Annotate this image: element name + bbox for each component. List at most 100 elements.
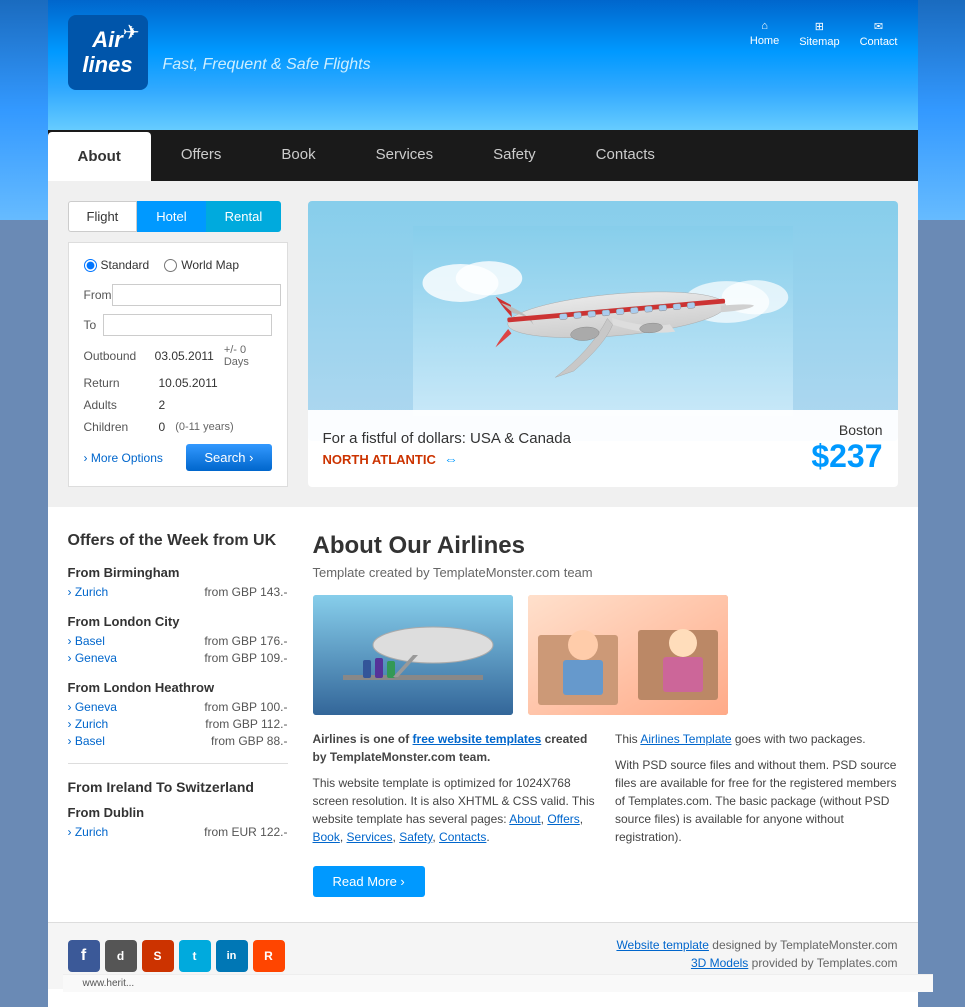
- about-text-grid: Airlines is one of free website template…: [313, 730, 898, 854]
- hero-image: [308, 201, 898, 441]
- children-value: 0: [159, 420, 166, 434]
- about-col-2: This Airlines Template goes with two pac…: [615, 730, 898, 854]
- nav-about[interactable]: About: [48, 132, 151, 181]
- home-nav-link[interactable]: ⌂ Home: [750, 20, 779, 48]
- about-subtitle: Template created by TemplateMonster.com …: [313, 565, 898, 580]
- geneva-link-1[interactable]: Geneva: [68, 651, 117, 665]
- basel-price-1: from GBP 176.-: [204, 634, 287, 648]
- book-link[interactable]: Book: [313, 830, 340, 844]
- 3d-models-link[interactable]: 3D Models: [691, 956, 748, 970]
- return-value: 10.05.2011: [159, 376, 218, 390]
- zurich-price-2: from GBP 112.-: [205, 717, 287, 731]
- offer-item: Basel from GBP 88.-: [68, 734, 288, 748]
- offer-item: Basel from GBP 176.-: [68, 634, 288, 648]
- from-label: From: [84, 288, 112, 302]
- about-text-3: This Airlines Template goes with two pac…: [615, 730, 898, 748]
- contact-nav-link[interactable]: ✉ Contact: [860, 20, 898, 48]
- children-note: (0-11 years): [175, 421, 233, 433]
- stumbleupon-icon[interactable]: S: [142, 940, 174, 972]
- linkedin-icon[interactable]: in: [216, 940, 248, 972]
- from-row: From: [84, 284, 272, 306]
- read-more-button[interactable]: Read More ›: [313, 866, 425, 897]
- main-nav: About Offers Book Services Safety Contac…: [48, 130, 918, 181]
- footer-links: Website template designed by TemplateMon…: [616, 938, 897, 974]
- standard-option[interactable]: Standard: [84, 258, 150, 272]
- hero-title: For a fistful of dollars: USA & Canada: [323, 430, 571, 447]
- heathrow-title: From London Heathrow: [68, 680, 288, 695]
- adults-row: Adults 2: [84, 398, 272, 412]
- sitemap-icon: ⊞: [815, 20, 824, 33]
- geneva-link-2[interactable]: Geneva: [68, 700, 117, 714]
- twitter-icon[interactable]: t: [179, 940, 211, 972]
- credit-1-text: designed by TemplateMonster.com: [712, 938, 897, 952]
- search-panel: Flight Hotel Rental Standard World Map: [68, 201, 288, 487]
- reddit-icon[interactable]: R: [253, 940, 285, 972]
- search-button[interactable]: Search: [186, 444, 271, 471]
- tagline: Fast, Frequent & Safe Flights: [163, 56, 371, 74]
- to-input[interactable]: [103, 314, 272, 336]
- about-images: [313, 595, 898, 715]
- tab-hotel[interactable]: Hotel: [137, 201, 205, 232]
- nav-safety[interactable]: Safety: [463, 130, 566, 181]
- plane-icon: ✈: [123, 20, 140, 45]
- tab-flight[interactable]: Flight: [68, 201, 138, 232]
- basel-link-1[interactable]: Basel: [68, 634, 105, 648]
- from-input[interactable]: [112, 284, 281, 306]
- services-link[interactable]: Services: [347, 830, 393, 844]
- zurich-price-1: from GBP 143.-: [204, 585, 287, 599]
- credit-2-text: provided by Templates.com: [752, 956, 898, 970]
- sitemap-nav-link[interactable]: ⊞ Sitemap: [799, 20, 839, 48]
- contacts-link[interactable]: Contacts: [439, 830, 486, 844]
- more-options-link[interactable]: More Options: [84, 451, 163, 465]
- sitemap-label: Sitemap: [799, 36, 839, 48]
- about-image-1: [313, 595, 513, 715]
- facebook-icon[interactable]: f: [68, 940, 100, 972]
- content-area: Flight Hotel Rental Standard World Map: [48, 181, 918, 507]
- hero-city: Boston: [811, 422, 882, 438]
- about-col-1: Airlines is one of free website template…: [313, 730, 596, 854]
- outbound-extra: +/- 0 Days: [224, 344, 272, 368]
- home-icon: ⌂: [761, 20, 768, 32]
- hero-caption-left: For a fistful of dollars: USA & Canada N…: [323, 430, 571, 467]
- credit-2: 3D Models provided by Templates.com: [616, 956, 897, 970]
- website-template-link[interactable]: Website template: [616, 938, 709, 952]
- about-text-4: With PSD source files and without them. …: [615, 756, 898, 846]
- worldmap-radio[interactable]: [164, 259, 177, 272]
- header-nav-icons: ⌂ Home ⊞ Sitemap ✉ Contact: [750, 20, 898, 48]
- to-row: To: [84, 314, 272, 336]
- geneva-price-2: from GBP 100.-: [204, 700, 287, 714]
- zurich-link-3[interactable]: Zurich: [68, 825, 109, 839]
- airlines-template-link[interactable]: Airlines Template: [640, 732, 731, 746]
- outbound-row: Outbound 03.05.2011 +/- 0 Days: [84, 344, 272, 368]
- credit-1: Website template designed by TemplateMon…: [616, 938, 897, 952]
- free-templates-link[interactable]: free website templates: [413, 732, 542, 746]
- offers-link[interactable]: Offers: [547, 812, 579, 826]
- contact-icon: ✉: [874, 20, 883, 33]
- zurich-link-2[interactable]: Zurich: [68, 717, 109, 731]
- nav-book[interactable]: Book: [251, 130, 345, 181]
- hero-caption: For a fistful of dollars: USA & Canada N…: [308, 410, 898, 487]
- search-options: Standard World Map: [84, 258, 272, 272]
- nav-services[interactable]: Services: [346, 130, 464, 181]
- offers-divider: [68, 763, 288, 764]
- about-link[interactable]: About: [509, 812, 540, 826]
- nav-offers[interactable]: Offers: [151, 130, 252, 181]
- nav-contacts[interactable]: Contacts: [566, 130, 685, 181]
- safety-link[interactable]: Safety: [399, 830, 432, 844]
- offer-item: Geneva from GBP 109.-: [68, 651, 288, 665]
- url-bar: www.herit...: [63, 974, 933, 992]
- geneva-price-1: from GBP 109.-: [204, 651, 287, 665]
- digg-icon[interactable]: d: [105, 940, 137, 972]
- tab-rental[interactable]: Rental: [206, 201, 282, 232]
- basel-link-2[interactable]: Basel: [68, 734, 105, 748]
- hero-route: NORTH ATLANTIC ⇔: [323, 451, 571, 467]
- social-icons: f d S t in R: [68, 940, 285, 972]
- offer-group-dublin: From Dublin Zurich from EUR 122.-: [68, 805, 288, 839]
- worldmap-option[interactable]: World Map: [164, 258, 239, 272]
- standard-radio[interactable]: [84, 259, 97, 272]
- zurich-link-1[interactable]: Zurich: [68, 585, 109, 599]
- logo-box: ✈ Airlines: [68, 15, 148, 90]
- outbound-label: Outbound: [84, 349, 150, 363]
- about-title: About Our Airlines: [313, 532, 898, 560]
- offers-sidebar: Offers of the Week from UK From Birmingh…: [68, 532, 288, 897]
